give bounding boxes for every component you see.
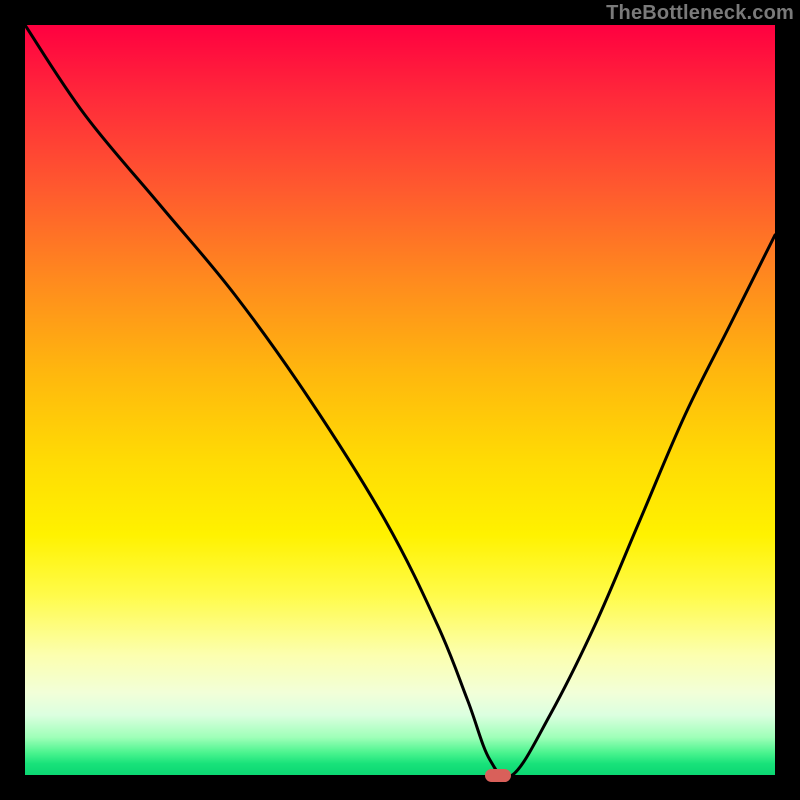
bottleneck-curve [25,25,775,775]
optimal-marker [485,769,511,782]
plot-area [25,25,775,775]
curve-svg [25,25,775,775]
watermark-text: TheBottleneck.com [606,2,794,25]
chart-frame: TheBottleneck.com [0,0,800,800]
